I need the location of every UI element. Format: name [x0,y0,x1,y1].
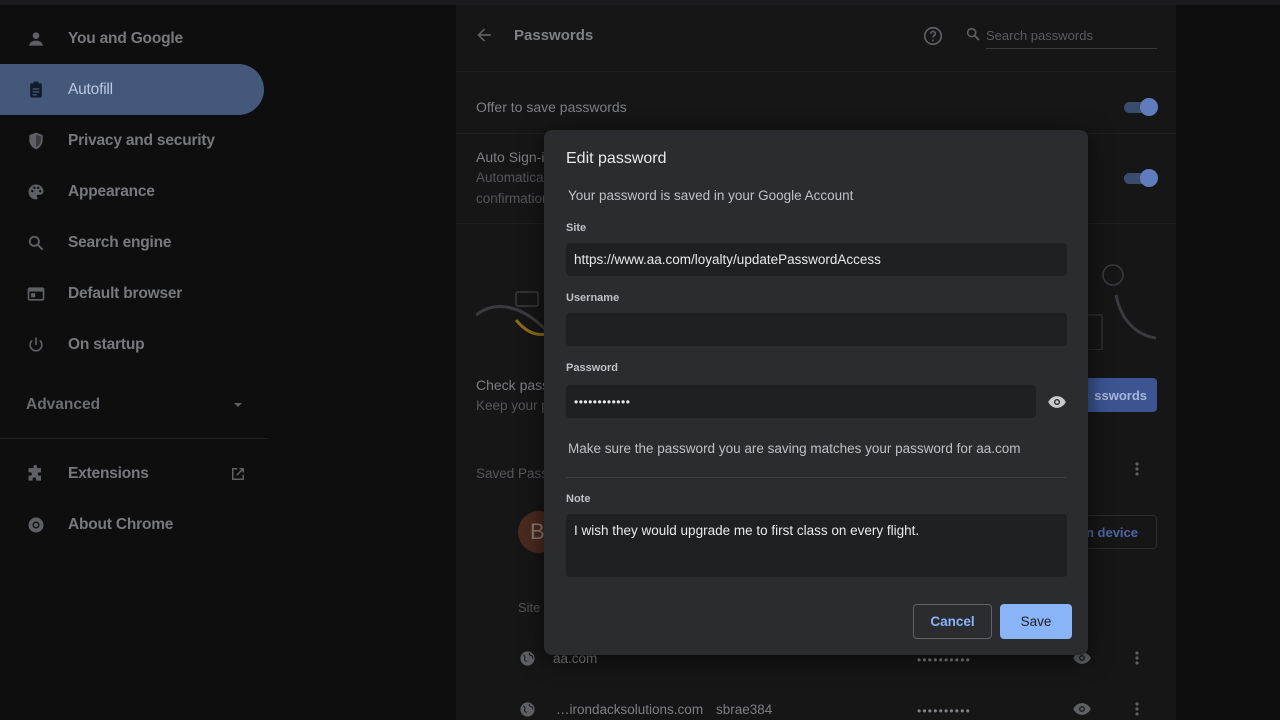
username-field[interactable] [566,313,1067,346]
sidebar-item-label: Default browser [68,284,183,302]
offer-to-save-toggle[interactable] [1122,98,1158,116]
help-icon[interactable] [922,25,944,47]
dialog-title: Edit password [566,150,667,167]
globe-icon [520,702,535,717]
auto-signin-description-2: confirmation [476,191,550,206]
chevron-down-icon [234,403,242,407]
sidebar-item-label: You and Google [68,29,183,47]
settings-sidebar: You and Google Autofill Privacy and secu… [0,5,270,720]
move-to-device-button[interactable]: n device [1076,515,1157,549]
puzzle-icon [28,464,41,481]
sidebar-item-you-and-google[interactable]: You and Google [0,13,264,64]
more-options-icon[interactable] [1129,461,1145,477]
sidebar-item-label: About Chrome [68,515,174,533]
saved-password-mask: •••••••••• [917,653,972,667]
sidebar-item-label: Privacy and security [68,131,215,149]
page-title: Passwords [514,27,594,44]
clipboard-icon [30,81,42,97]
cancel-button[interactable]: Cancel [913,604,992,639]
row-divider [456,71,1176,72]
sidebar-item-label: Search engine [68,233,172,251]
check-passwords-description: Keep your p [476,398,549,413]
site-column-header: Site [518,600,541,615]
note-label: Note [566,493,591,505]
sidebar-item-label: Extensions [68,464,149,482]
sidebar-item-privacy-security[interactable]: Privacy and security [0,115,264,166]
sidebar-divider [0,438,268,439]
open-in-new-icon[interactable] [229,465,247,483]
auto-signin-toggle[interactable] [1122,169,1158,187]
note-field[interactable]: I wish they would upgrade me to first cl… [566,514,1067,577]
person-icon [29,31,43,46]
shield-icon [29,132,43,149]
sidebar-item-label: Appearance [68,182,155,200]
sidebar-item-search-engine[interactable]: Search engine [0,217,264,268]
password-field[interactable] [566,385,1036,418]
sidebar-item-autofill[interactable]: Autofill [0,64,264,115]
power-icon [29,337,43,351]
auto-signin-label: Auto Sign-i [476,149,545,165]
show-password-icon[interactable] [1072,699,1092,719]
save-button[interactable]: Save [1000,604,1072,639]
saved-password-mask: •••••••••• [917,704,972,718]
offer-to-save-label: Offer to save passwords [476,99,627,115]
sidebar-item-label: Autofill [68,80,113,98]
saved-username: sbrae384 [716,702,773,717]
edit-password-dialog: Edit password Your password is saved in … [544,130,1088,655]
saved-site[interactable]: …irondacksolutions.com [556,702,703,717]
password-label: Password [566,362,618,374]
sidebar-item-about-chrome[interactable]: About Chrome [0,499,264,550]
more-options-icon[interactable] [1129,650,1145,666]
sidebar-item-label: On startup [68,335,145,353]
site-label: Site [566,222,587,234]
globe-icon [520,651,535,666]
sidebar-item-appearance[interactable]: Appearance [0,166,264,217]
dialog-subtitle: Your password is saved in your Google Ac… [568,188,854,203]
sidebar-advanced-label: Advanced [26,396,101,413]
search-passwords-input[interactable] [986,23,1157,49]
sidebar-item-extensions[interactable]: Extensions [0,448,264,499]
browser-window-icon [27,286,45,301]
saved-passwords-label: Saved Pass [476,466,549,481]
dialog-divider [566,477,1067,478]
more-options-icon[interactable] [1129,701,1145,717]
password-hint: Make sure the password you are saving ma… [568,441,1021,456]
check-passwords-label: Check pass [476,377,550,393]
username-label: Username [566,292,620,304]
site-field[interactable] [566,243,1067,276]
back-arrow-icon[interactable] [474,25,494,45]
sidebar-item-default-browser[interactable]: Default browser [0,268,264,319]
auto-signin-description: Automatica [476,170,544,185]
check-passwords-button[interactable]: sswords [1076,378,1157,412]
sidebar-advanced-toggle[interactable]: Advanced [0,379,264,429]
show-password-icon[interactable] [1047,392,1067,412]
palette-icon [28,184,44,199]
search-icon [28,235,44,250]
search-icon [966,27,980,41]
sidebar-item-on-startup[interactable]: On startup [0,319,264,370]
chrome-icon [28,517,44,532]
